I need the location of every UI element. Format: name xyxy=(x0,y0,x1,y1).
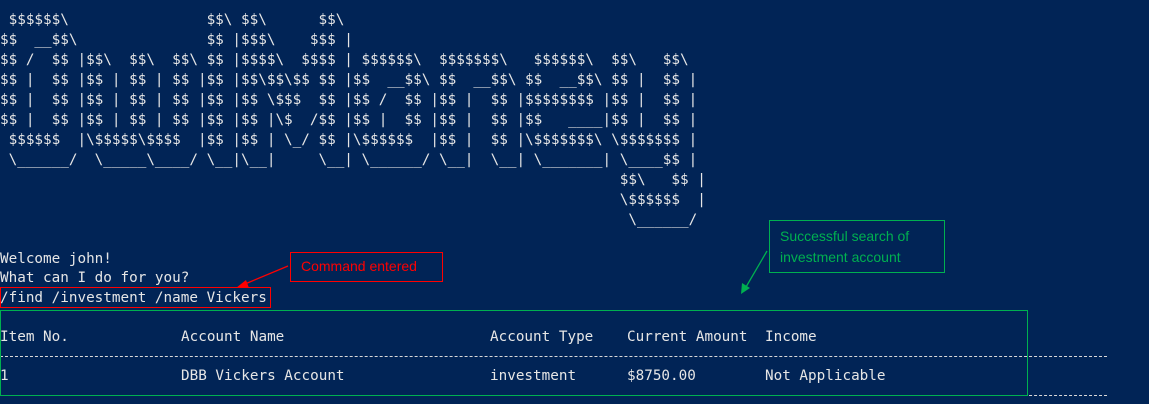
arrow-head-icon xyxy=(741,283,750,294)
result-arrow xyxy=(745,250,768,288)
annotation-arrows xyxy=(236,250,768,294)
command-arrow xyxy=(244,265,289,285)
arrow-head-icon xyxy=(236,280,249,288)
